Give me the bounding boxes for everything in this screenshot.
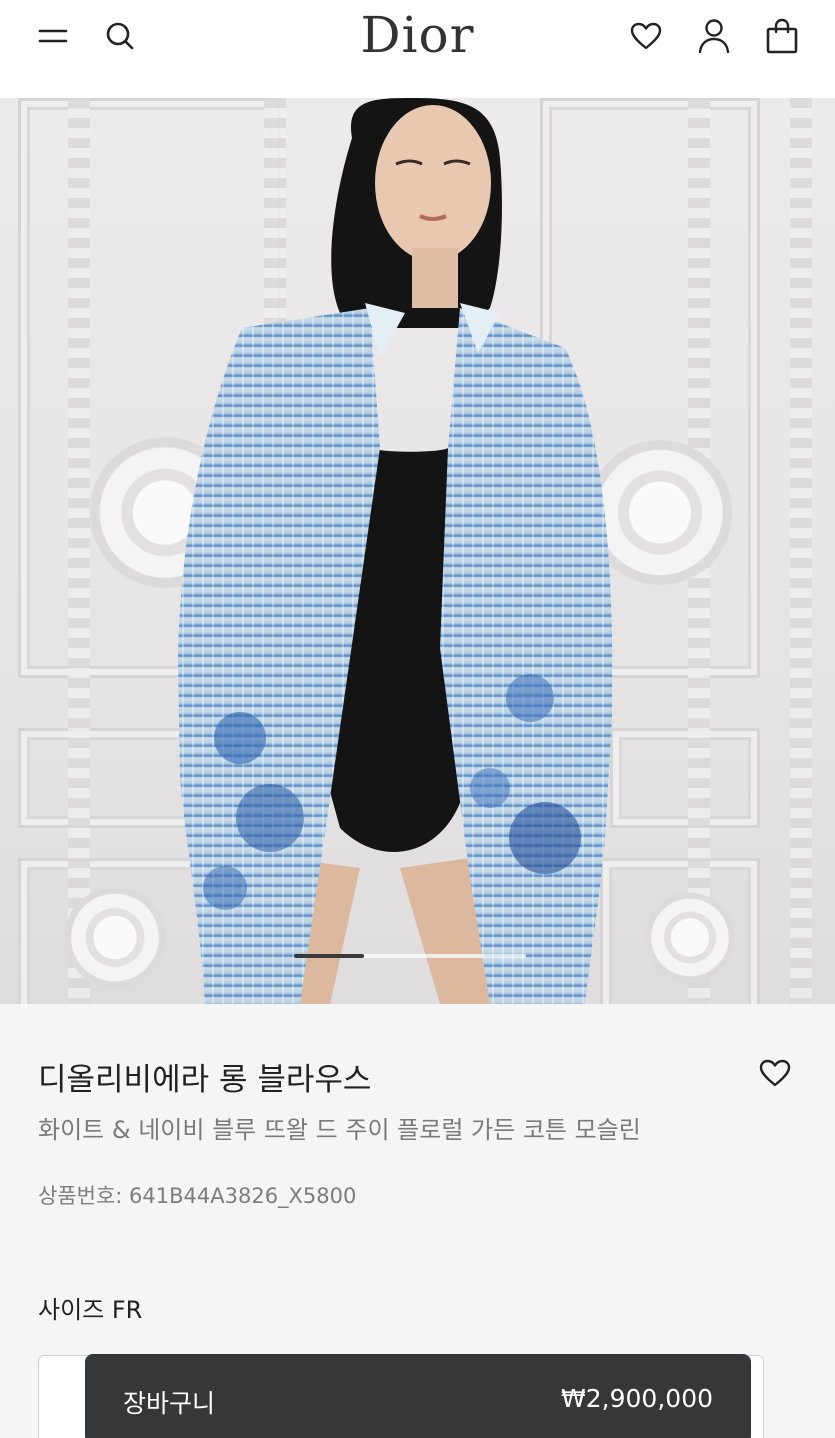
top-header: Dior xyxy=(0,0,835,98)
add-to-cart-label: 장바구니 xyxy=(123,1389,216,1418)
gallery-progress-fill xyxy=(294,954,364,958)
shopping-bag-icon[interactable] xyxy=(762,14,802,58)
product-title: 디올리비에라 롱 블라우스 xyxy=(38,1062,372,1098)
heart-icon[interactable] xyxy=(756,1056,794,1090)
product-price: ₩2,900,000 xyxy=(561,1384,713,1413)
user-icon[interactable] xyxy=(694,14,734,58)
model-photo xyxy=(178,98,613,1004)
heart-icon[interactable] xyxy=(626,14,666,58)
product-description: 화이트 & 네이비 블루 뜨왈 드 주이 플로럴 가든 코튼 모슬린 xyxy=(38,1116,641,1144)
product-info: 디올리비에라 롱 블라우스 화이트 & 네이비 블루 뜨왈 드 주이 플로럴 가… xyxy=(0,1004,835,1438)
size-label: 사이즈 FR xyxy=(38,1296,143,1324)
product-sku: 상품번호: 641B44A3826_X5800 xyxy=(38,1184,357,1208)
gallery-progress-track xyxy=(294,954,526,958)
product-image-gallery[interactable] xyxy=(0,98,835,1004)
add-to-cart-button[interactable]: 장바구니 ₩2,900,000 xyxy=(85,1354,751,1438)
